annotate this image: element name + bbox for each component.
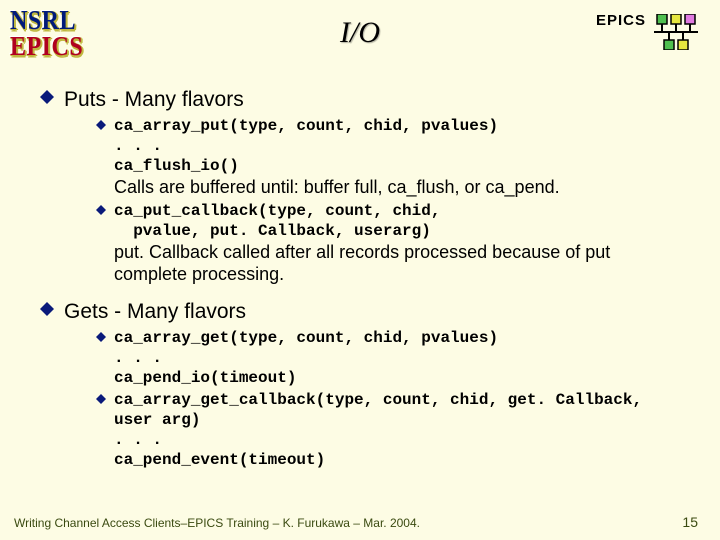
code-snippet: ca_array_get(type, count, chid, pvalues)… (114, 328, 498, 388)
footer-text: Writing Channel Access Clients–EPICS Tra… (14, 516, 420, 530)
gets-item-2: ca_array_get_callback(type, count, chid,… (96, 390, 684, 470)
slide-content: Puts - Many flavors ca_array_put(type, c… (40, 80, 690, 470)
puts-item-2-content: ca_put_callback(type, count, chid, pvalu… (114, 201, 684, 286)
body-text: Calls are buffered until: buffer full, c… (114, 176, 560, 199)
body-text: put. Callback called after all records p… (114, 241, 684, 286)
puts-items: ca_array_put(type, count, chid, pvalues)… (96, 116, 684, 286)
epics-label: EPICS (596, 12, 646, 29)
diamond-bullet-small-icon (96, 332, 106, 342)
slide: NSRL EPICS I/O EPICS Puts - Many flavors (0, 0, 720, 540)
section-gets-heading: Gets - Many flavors (40, 300, 690, 324)
section-heading-text: Puts - Many flavors (64, 88, 244, 112)
section-heading-text: Gets - Many flavors (64, 300, 246, 324)
gets-items: ca_array_get(type, count, chid, pvalues)… (96, 328, 684, 470)
diamond-bullet-small-icon (96, 120, 106, 130)
code-snippet: ca_array_put(type, count, chid, pvalues)… (114, 116, 560, 176)
puts-item-1: ca_array_put(type, count, chid, pvalues)… (96, 116, 684, 199)
gets-item-1: ca_array_get(type, count, chid, pvalues)… (96, 328, 684, 388)
diamond-bullet-small-icon (96, 394, 106, 404)
epics-icon (654, 14, 698, 50)
diamond-bullet-icon (40, 90, 54, 104)
diamond-bullet-small-icon (96, 205, 106, 215)
diamond-bullet-icon (40, 302, 54, 316)
code-snippet: ca_array_get_callback(type, count, chid,… (114, 390, 684, 470)
section-puts-heading: Puts - Many flavors (40, 88, 690, 112)
page-number: 15 (682, 514, 698, 530)
puts-item-2: ca_put_callback(type, count, chid, pvalu… (96, 201, 684, 286)
puts-item-1-content: ca_array_put(type, count, chid, pvalues)… (114, 116, 560, 199)
code-snippet: ca_put_callback(type, count, chid, pvalu… (114, 201, 684, 241)
